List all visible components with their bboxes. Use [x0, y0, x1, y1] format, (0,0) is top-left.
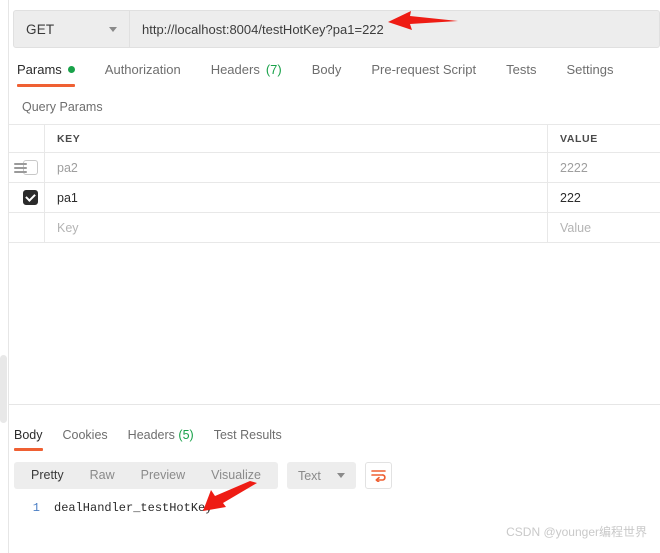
http-method-label: GET: [26, 21, 55, 37]
header-cell-value: VALUE: [548, 125, 660, 152]
response-tabs: Body Cookies Headers (5) Test Results: [14, 428, 302, 451]
tab-authorization-label: Authorization: [104, 62, 181, 77]
table-row[interactable]: pa1 222: [9, 183, 660, 213]
row-key-input[interactable]: pa2: [45, 153, 548, 182]
vertical-scrollbar-thumb[interactable]: [0, 355, 7, 423]
word-wrap-icon: [371, 470, 386, 482]
column-header-value: VALUE: [560, 132, 598, 145]
tab-params-label: Params: [17, 62, 62, 77]
row-value-input[interactable]: 222: [548, 183, 660, 212]
tab-tests[interactable]: Tests: [506, 62, 552, 87]
table-row[interactable]: pa2 2222: [9, 153, 660, 183]
row-key-input[interactable]: pa1: [45, 183, 548, 212]
annotation-arrow-response: [203, 481, 257, 511]
column-header-key: KEY: [57, 132, 81, 145]
postman-request-panel: GET http://localhost:8004/testHotKey?pa1…: [0, 0, 660, 553]
row-controls: [9, 183, 45, 212]
tab-body-label: Body: [311, 62, 342, 77]
row-key-text: pa2: [57, 160, 78, 175]
new-row-key-placeholder: Key: [57, 220, 79, 235]
tab-headers-label: Headers: [210, 62, 260, 77]
response-tab-headers-label: Headers: [127, 428, 175, 442]
tab-settings-label: Settings: [566, 62, 614, 77]
tab-settings[interactable]: Settings: [566, 62, 629, 87]
row-value-text: 222: [560, 190, 581, 205]
request-body-empty-area: [9, 244, 660, 405]
request-url-bar: GET http://localhost:8004/testHotKey?pa1…: [13, 10, 660, 48]
response-tab-test-results[interactable]: Test Results: [214, 428, 282, 451]
response-tab-cookies-label: Cookies: [62, 428, 108, 442]
tab-body[interactable]: Body: [312, 62, 358, 87]
chevron-down-icon: [109, 26, 117, 32]
tab-headers-count: (7): [265, 62, 282, 77]
response-tab-cookies[interactable]: Cookies: [63, 428, 108, 451]
params-modified-dot-icon: [67, 66, 75, 73]
row-value-text: 2222: [560, 160, 588, 175]
chevron-down-icon: [336, 473, 345, 478]
header-cell-checkbox: [9, 125, 45, 152]
response-format-select[interactable]: Text: [286, 462, 356, 489]
row-value-input[interactable]: 2222: [548, 153, 660, 182]
header-cell-key: KEY: [45, 125, 548, 152]
view-mode-pretty[interactable]: Pretty: [18, 462, 77, 489]
row-controls: [9, 153, 45, 182]
row-key-text: pa1: [57, 190, 78, 205]
watermark-text: CSDN @younger编程世界: [506, 525, 647, 539]
response-tab-body[interactable]: Body: [14, 428, 43, 451]
response-tab-headers[interactable]: Headers (5): [128, 428, 194, 451]
table-header-row: KEY VALUE: [9, 125, 660, 153]
query-params-title: Query Params: [22, 100, 103, 114]
view-mode-preview[interactable]: Preview: [128, 462, 198, 489]
line-number: 1: [32, 501, 40, 515]
new-row-value-placeholder: Value: [560, 220, 592, 235]
table-row-empty[interactable]: Key Value: [9, 213, 660, 243]
response-tab-headers-count: (5): [178, 428, 194, 442]
tab-pre-request-script[interactable]: Pre-request Script: [371, 62, 492, 87]
view-mode-raw[interactable]: Raw: [77, 462, 128, 489]
response-body-text: dealHandler_testHotKey: [54, 501, 213, 515]
query-params-table: KEY VALUE pa2 2222 pa1 222 Key Value: [9, 124, 660, 243]
request-tabs: Params Authorization Headers (7) Body Pr…: [17, 62, 643, 87]
response-body-viewer[interactable]: 1 dealHandler_testHotKey: [14, 501, 213, 515]
tab-pre-request-script-label: Pre-request Script: [371, 62, 477, 77]
word-wrap-button[interactable]: [364, 462, 392, 489]
row-checkbox[interactable]: [23, 190, 38, 205]
tab-params[interactable]: Params: [17, 62, 91, 87]
row-controls: [9, 213, 45, 242]
annotation-arrow-url: [388, 11, 458, 30]
response-tab-test-results-label: Test Results: [213, 428, 282, 442]
tab-authorization[interactable]: Authorization: [105, 62, 197, 87]
new-row-key-input[interactable]: Key: [45, 213, 548, 242]
request-url-text: http://localhost:8004/testHotKey?pa1=222: [142, 21, 384, 37]
response-tab-body-label: Body: [14, 428, 43, 442]
response-format-label: Text: [297, 468, 321, 483]
new-row-value-input[interactable]: Value: [548, 213, 660, 242]
drag-handle-icon[interactable]: [14, 162, 27, 173]
http-method-select[interactable]: GET: [13, 10, 130, 48]
tab-headers[interactable]: Headers (7): [211, 62, 298, 87]
tab-tests-label: Tests: [506, 62, 537, 77]
